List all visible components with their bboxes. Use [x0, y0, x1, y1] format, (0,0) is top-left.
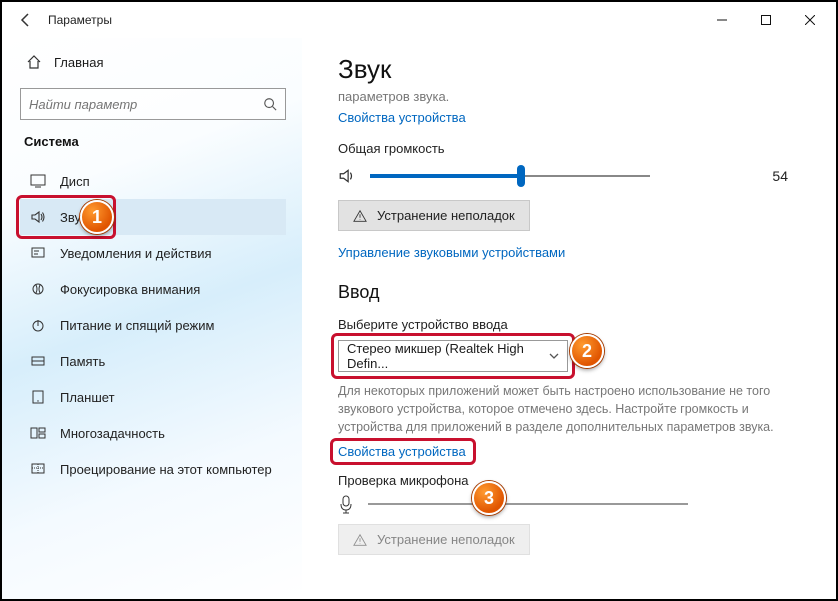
sidebar-item-label: Питание и спящий режим	[60, 318, 214, 333]
sidebar-item-notifications[interactable]: Уведомления и действия	[20, 235, 286, 271]
maximize-button[interactable]	[744, 5, 788, 35]
tablet-icon	[30, 389, 46, 405]
power-icon	[30, 317, 46, 333]
device-properties-link[interactable]: Свойства устройства	[338, 110, 466, 125]
back-button[interactable]	[12, 6, 40, 34]
main-content: Звук параметров звука. Свойства устройст…	[302, 38, 836, 599]
troubleshoot-button-2[interactable]: Устранение неполадок	[338, 524, 530, 555]
sidebar-item-display[interactable]: Дисп	[20, 163, 286, 199]
sound-icon	[30, 209, 46, 225]
sidebar-item-label: Звук	[60, 210, 87, 225]
mic-test-label: Проверка микрофона	[338, 473, 806, 488]
input-description: Для некоторых приложений может быть наст…	[338, 382, 778, 436]
sidebar-item-label: Фокусировка внимания	[60, 282, 200, 297]
sidebar-item-label: Дисп	[60, 174, 90, 189]
volume-slider[interactable]	[370, 166, 650, 186]
sidebar-item-label: Уведомления и действия	[60, 246, 212, 261]
manage-devices-link[interactable]: Управление звуковыми устройствами	[338, 245, 565, 260]
sidebar-item-label: Память	[60, 354, 105, 369]
search-icon	[263, 97, 277, 111]
sidebar-home-label: Главная	[54, 55, 103, 70]
sidebar-home[interactable]: Главная	[20, 46, 286, 78]
troubleshoot-button[interactable]: Устранение неполадок	[338, 200, 530, 231]
sidebar-section-label: Система	[24, 134, 282, 149]
sidebar-item-focus[interactable]: Фокусировка внимания	[20, 271, 286, 307]
focus-icon	[30, 281, 46, 297]
microphone-icon	[338, 494, 354, 514]
search-input[interactable]	[29, 97, 263, 112]
volume-icon	[338, 167, 356, 185]
page-title: Звук	[338, 54, 806, 85]
input-device-dropdown[interactable]: Стерео микшер (Realtek High Defin...	[338, 340, 568, 372]
notifications-icon	[30, 245, 46, 261]
warning-icon	[353, 209, 367, 223]
sidebar-item-storage[interactable]: Память	[20, 343, 286, 379]
project-icon	[30, 461, 46, 477]
sidebar: Главная Система Дисп Звук У	[2, 38, 302, 599]
close-button[interactable]	[788, 5, 832, 35]
chevron-down-icon	[549, 351, 559, 361]
display-icon	[30, 173, 46, 189]
storage-icon	[30, 353, 46, 369]
multitask-icon	[30, 425, 46, 441]
input-select-label: Выберите устройство ввода	[338, 317, 806, 332]
home-icon	[26, 54, 42, 70]
titlebar: Параметры	[2, 2, 836, 38]
truncated-desc: параметров звука.	[338, 89, 806, 104]
sidebar-item-label: Проецирование на этот компьютер	[60, 462, 272, 477]
minimize-button[interactable]	[700, 5, 744, 35]
window-controls	[700, 5, 832, 35]
sidebar-item-power[interactable]: Питание и спящий режим	[20, 307, 286, 343]
sidebar-item-sound[interactable]: Звук	[20, 199, 286, 235]
sidebar-item-label: Многозадачность	[60, 426, 165, 441]
volume-row: 54	[338, 166, 806, 186]
mic-level-meter	[368, 496, 688, 512]
volume-value: 54	[772, 168, 788, 184]
troubleshoot-label: Устранение неполадок	[377, 208, 515, 223]
input-heading: Ввод	[338, 282, 806, 303]
sidebar-item-multitask[interactable]: Многозадачность	[20, 415, 286, 451]
input-device-value: Стерео микшер (Realtek High Defin...	[347, 341, 549, 371]
sidebar-item-project[interactable]: Проецирование на этот компьютер	[20, 451, 286, 487]
mic-test-row	[338, 494, 806, 514]
device-properties-link-2[interactable]: Свойства устройства	[338, 444, 466, 459]
window-title: Параметры	[48, 13, 112, 27]
search-box[interactable]	[20, 88, 286, 120]
warning-icon	[353, 533, 367, 547]
sidebar-item-label: Планшет	[60, 390, 115, 405]
sidebar-item-tablet[interactable]: Планшет	[20, 379, 286, 415]
volume-label: Общая громкость	[338, 141, 806, 156]
troubleshoot-label-2: Устранение неполадок	[377, 532, 515, 547]
